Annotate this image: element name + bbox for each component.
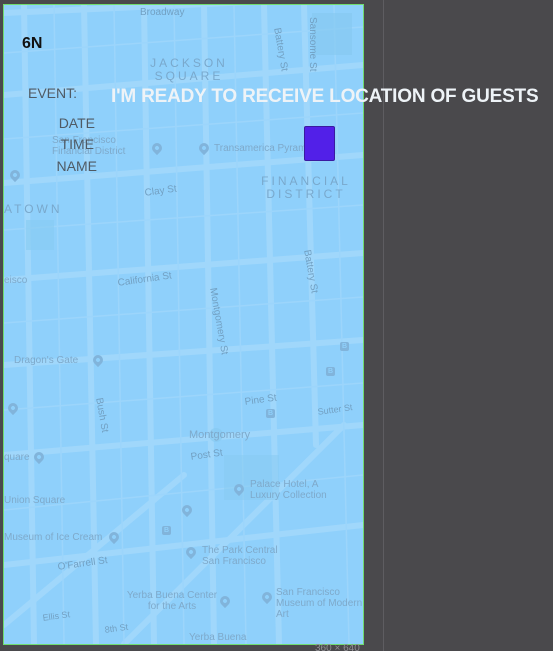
artboard-size-label: 360 × 640 (315, 643, 360, 651)
map-poi-label: quare (4, 452, 30, 463)
transit-icon: B (340, 342, 349, 351)
map-poi-label: Montgomery (189, 429, 251, 441)
map-poi-label: Museum of Ice Cream (4, 532, 103, 543)
date-label: DATE (58, 115, 95, 131)
name-label: NAME (56, 158, 97, 174)
time-label: TIME (60, 136, 94, 152)
transit-icon: B (326, 367, 335, 376)
transit-icon: B (266, 409, 275, 418)
canvas-stage: Broadway JACKSON SQUARE FINANCIAL DISTRI… (0, 0, 553, 651)
transit-icon: B (162, 526, 171, 535)
map-poi-label: eisco (4, 275, 28, 286)
map-poi-label: Dragon's Gate (14, 355, 79, 366)
location-marker-button[interactable] (304, 126, 335, 161)
map-label-district: JACKSON SQUARE (150, 56, 228, 83)
map-poi-label: San Francisco Museum of Modern Art (276, 587, 363, 620)
map-poi-label: Union Square (4, 495, 66, 506)
map-label-street: Broadway (140, 7, 185, 18)
ready-headline: I'M READY TO RECEIVE LOCATION OF GUESTS (111, 86, 539, 107)
event-label: EVENT: (28, 85, 78, 101)
map-poi-label: Palace Hotel, A Luxury Collection (250, 479, 327, 501)
map-label-district: FINANCIAL DISTRICT (261, 174, 351, 201)
map-poi-label: Yerba Buena (189, 632, 247, 643)
screen-id-label: 6N (22, 35, 43, 52)
map-label-district: ATOWN (4, 202, 63, 216)
map-poi-label: Transamerica Pyramid (214, 143, 315, 154)
map-poi-label: Yerba Buena Center for the Arts (126, 590, 218, 612)
map-label-street: Sansome St (307, 17, 318, 72)
map-poi-label: The Park Central San Francisco (202, 545, 278, 567)
